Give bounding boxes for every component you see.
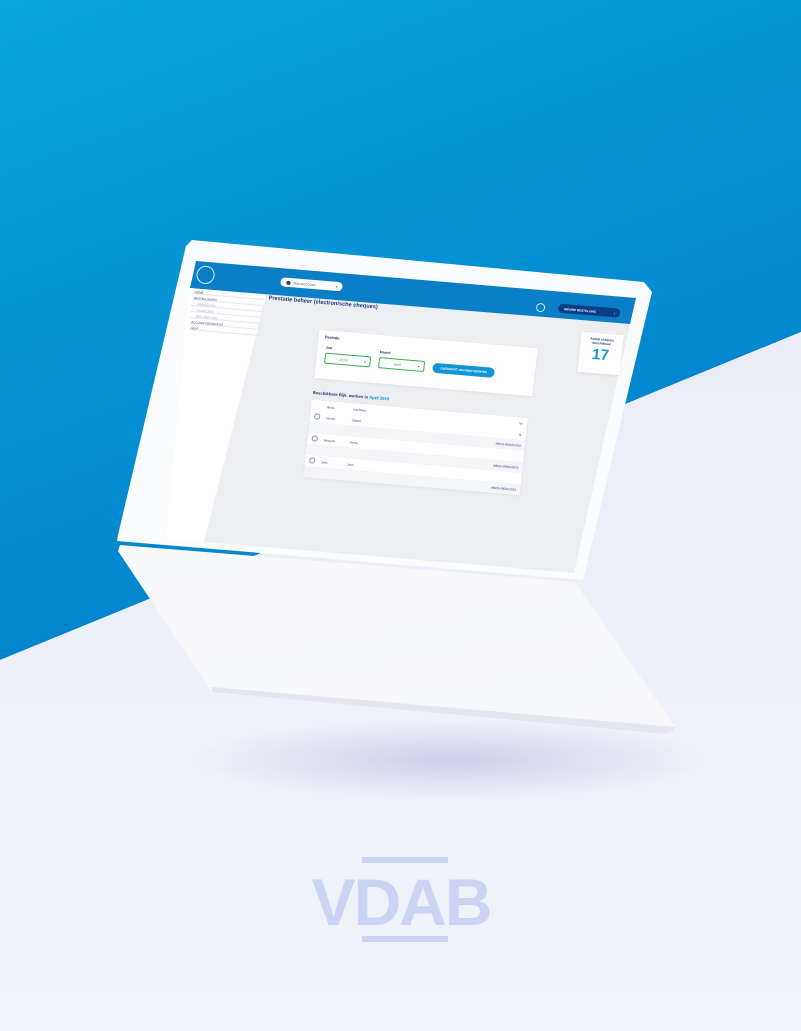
logo-text: VDAB	[311, 865, 490, 939]
logo-bar-top	[362, 857, 448, 863]
vdab-logo: VDAB	[311, 857, 493, 942]
logo-bar-bottom	[362, 936, 448, 942]
